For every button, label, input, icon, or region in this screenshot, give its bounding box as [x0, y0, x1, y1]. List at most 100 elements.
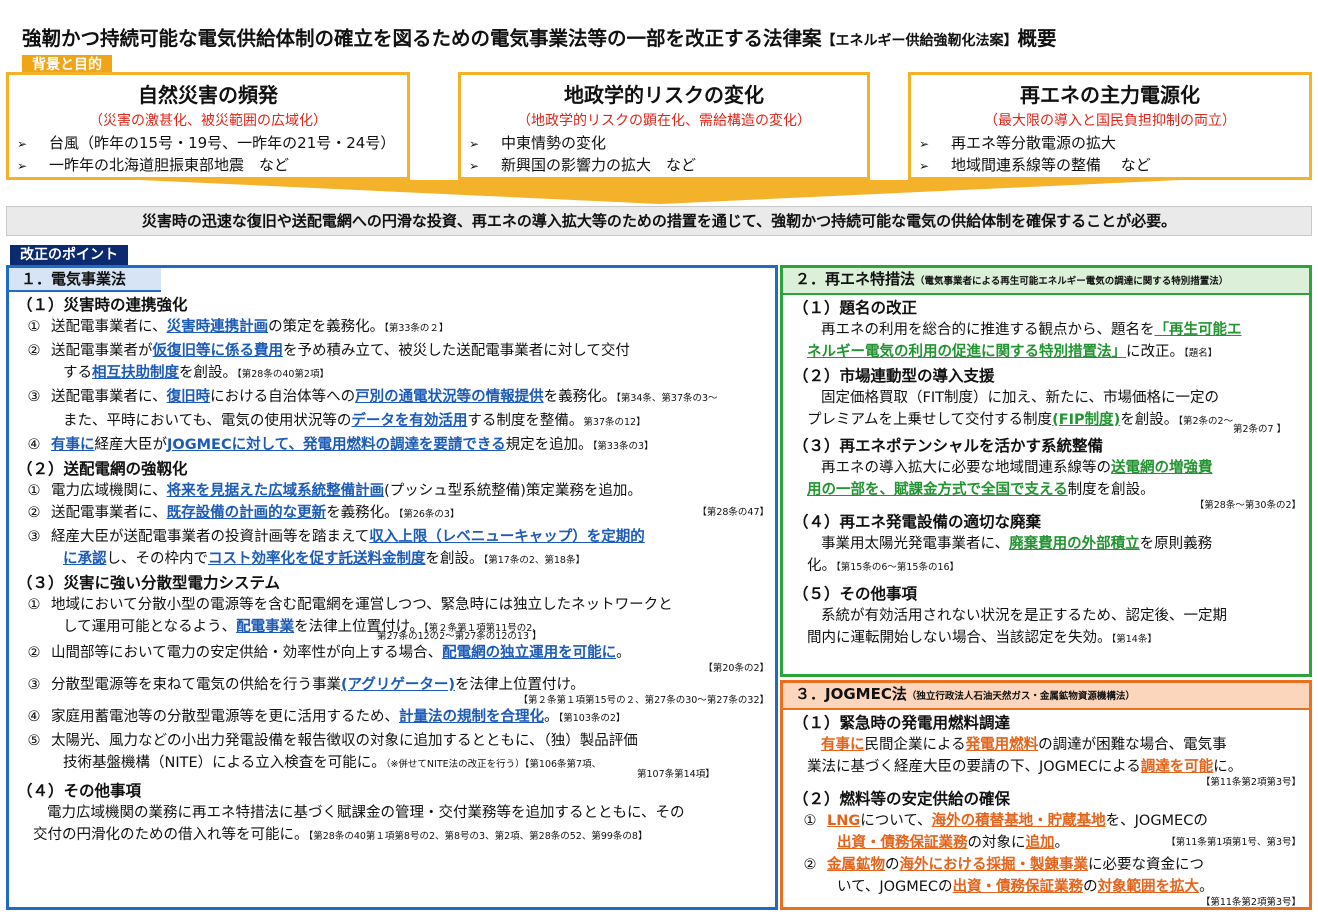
- text: 「再生可能エ: [1154, 322, 1242, 338]
- text: 出資・債務保証業務: [952, 879, 1084, 895]
- text: 既存設備の計画的な更新: [166, 505, 327, 521]
- text: 災害時連携計画: [166, 319, 269, 335]
- text-line: 用の一部を、賦課金方式で全国で支える制度を創設。: [793, 479, 1301, 501]
- text: 収入上限（レベニューキャップ）を定期的: [369, 529, 645, 545]
- panel-heading: ３．JOGMEC法: [795, 685, 907, 703]
- text: 業法に基づく経産大臣の要請の下、JOGMECによる: [807, 759, 1141, 775]
- text: 事業用太陽光発電事業者に、: [821, 536, 1010, 552]
- text: 将来を見据えた広域系統整備計画: [166, 483, 385, 499]
- text: 経産大臣が: [94, 437, 168, 453]
- text: 海外における採掘・製錬事業: [899, 857, 1089, 873]
- points-tag: 改正のポイント: [10, 245, 128, 265]
- text: （※併せてNITE法の改正を行う）: [385, 759, 525, 770]
- text: 追加: [1025, 835, 1055, 851]
- text: 相互扶助制度: [92, 365, 179, 381]
- text: に承認: [63, 551, 107, 567]
- text: 。: [544, 709, 559, 725]
- panel-renewable-energy-act: ２．再エネ特措法（電気事業者による再生可能エネルギー電気の調達に関する特別措置法…: [780, 265, 1312, 677]
- text-line: ③ 経産大臣が送配電事業者の投資計画等を踏まえて収入上限（レベニューキャップ）を定…: [17, 526, 769, 548]
- text: を創設。: [179, 365, 237, 381]
- text-line: いて、JOGMECの出資・債務保証業務の対象範囲を拡大。: [793, 876, 1301, 898]
- background-box-renewables: 再エネの主力電源化 （最大限の導入と国民負担抑制の両立） 再エネ等分散電源の拡大…: [908, 72, 1312, 180]
- text: 太陽光、風力などの小出力発電設備を報告徴収の対象に追加するとともに、（独）製品評…: [51, 733, 638, 749]
- text: 送電網の増強費: [1111, 460, 1213, 476]
- section-heading: （３）再エネポテンシャルを活かす系統整備: [793, 437, 1104, 455]
- text: 【第11条第2項第3号】: [1200, 777, 1301, 788]
- panel-heading: ２．再エネ特措法: [795, 270, 916, 288]
- text: を原則義務: [1139, 536, 1213, 552]
- text-line: また、平時においても、電気の使用状況等のデータを有効活用する制度を整備。第37条…: [17, 410, 769, 434]
- panel-heading: １．電気事業法: [9, 268, 161, 292]
- text: データを有効活用: [351, 413, 468, 429]
- section-heading: （１）緊急時の発電用燃料調達: [793, 714, 1011, 732]
- text-line: 有事に民間企業による発電用燃料の調達が困難な場合、電気事: [793, 734, 1301, 756]
- list-item: 新興国の影響力の拡大 など: [469, 155, 867, 177]
- text-line: 化。【第15条の6～第15条の16】: [793, 555, 1301, 579]
- background-box-disasters: 自然災害の頻発 （災害の激甚化、被災範囲の広域化） 台風（昨年の15号・19号、…: [6, 72, 410, 180]
- section-heading: （２）燃料等の安定供給の確保: [793, 790, 1011, 808]
- text-line: ③ 分散型電源等を束ねて電気の供給を行う事業(アグリゲーター)を法律上位置付け。: [17, 674, 769, 696]
- section-heading: （２）送配電網の強靱化: [17, 460, 188, 478]
- text: 【第33条の3】: [592, 441, 654, 452]
- text: ネルギー電気の利用の促進に関する特別措置法」: [807, 344, 1126, 360]
- text-line: ② 金属鉱物の海外における採掘・製錬事業に必要な資金につ: [793, 854, 1301, 876]
- text: 民間企業による: [864, 737, 966, 753]
- text: 【第14条】: [1111, 634, 1157, 645]
- text: ①: [27, 483, 41, 499]
- text: 有事に: [821, 737, 865, 753]
- text-line: 再エネの導入拡大に必要な地域間連系線等の送電網の増強費: [793, 457, 1301, 479]
- text: コスト効率化を促す託送料金制度: [208, 551, 426, 567]
- text: 電力広域機関に、: [51, 483, 167, 499]
- text-line: ① 送配電事業者に、災害時連携計画の策定を義務化。【第33条の２】: [17, 316, 769, 340]
- text: 間内に運転開始しない場合、当該認定を失効。: [807, 630, 1112, 646]
- text: を予め積み立て、被災した送配電事業者に対して交付: [283, 343, 630, 359]
- text: 戸別の通電状況等の情報提供: [355, 389, 544, 405]
- text: 電力広域機関の業務に再エネ特措法に基づく賦課金の管理・交付業務等を追加するととも…: [47, 805, 685, 821]
- list-item: 地域間連系線等の整備 など: [919, 155, 1309, 177]
- text-line: ネルギー電気の利用の促進に関する特別措置法」に改正。【題名】: [793, 341, 1301, 365]
- text: 【第34条、第37条の3～: [616, 393, 718, 404]
- text: 配電網の独立運用を可能に: [442, 645, 617, 661]
- text: 計量法の規制を合理化: [399, 709, 544, 725]
- text-line: ２．再エネ特措法（電気事業者による再生可能エネルギー電気の調達に関する特別措置法…: [783, 268, 1309, 295]
- text: の策定を義務化。: [268, 319, 385, 335]
- text-line: ３．JOGMEC法（独立行政法人石油天然ガス・金属鉱物資源機構法）: [783, 683, 1309, 710]
- text: 用の一部を、賦課金方式で全国で支える: [807, 482, 1068, 498]
- text: の: [885, 857, 900, 873]
- text: ③: [27, 389, 41, 405]
- text: ⑤: [27, 733, 41, 749]
- text: 再エネの利用を総合的に推進する観点から、題名を: [821, 322, 1155, 338]
- text: 【第17条の2、第18条】: [483, 555, 585, 566]
- text: 。: [1199, 879, 1214, 895]
- text: する: [63, 365, 92, 381]
- text: 復旧時: [166, 389, 211, 405]
- text: プレミアムを上乗せして交付する制度: [807, 412, 1053, 428]
- list-item: 中東情勢の変化: [469, 133, 867, 155]
- text: 有事に: [51, 437, 95, 453]
- text: 【第15条の6～第15条の16】: [836, 562, 960, 573]
- box-subheading: （地政学的リスクの顕在化、需給構造の変化）: [517, 113, 811, 129]
- text: の: [1083, 879, 1098, 895]
- text-line: プレミアムを上乗せして交付する制度(FIP制度)を創設。【第2条の2～: [793, 409, 1301, 433]
- page-title: 強靭かつ持続可能な電気供給体制の確立を図るための電気事業法等の一部を改正する法律…: [22, 22, 1312, 51]
- text: 。: [1054, 835, 1070, 851]
- text: の対象に: [967, 835, 1026, 851]
- text: 出資・債務保証業務: [837, 835, 968, 851]
- text: JOGMECに対して、発電用燃料の調達を要請できる: [167, 437, 506, 453]
- text: ③: [27, 677, 41, 693]
- text: （独立行政法人石油天然ガス・金属鉱物資源機構法）: [906, 691, 1135, 702]
- text: 【第２条第１項第15号の２、第27条の30～第27条の32】: [518, 695, 769, 706]
- text: 廃棄費用の外部積立: [1009, 536, 1140, 552]
- text: を法律上位置付け。: [455, 677, 585, 693]
- text-line: ② 山間部等において電力の安定供給・効率性が向上する場合、配電網の独立運用を可能に…: [17, 642, 769, 664]
- text: 海外の積替基地・貯蔵基地: [931, 813, 1106, 829]
- text: 金属鉱物: [827, 857, 885, 873]
- section-heading: （２）市場連動型の導入支援: [793, 367, 995, 385]
- text: における自治体等への: [210, 389, 356, 405]
- text: 【第2条の2～: [1178, 416, 1234, 427]
- section-heading: （３）災害に強い分散型電力システム: [17, 574, 281, 592]
- text: 【題名】: [1184, 348, 1218, 359]
- text-line: ① 電力広域機関に、将来を見据えた広域系統整備計画(プッシュ型系統整備)策定業務を…: [17, 480, 769, 502]
- box-heading: 再エネの主力電源化: [1020, 83, 1200, 107]
- text-line: （１）災害時の連携強化 ① 送配電事業者に、災害時連携計画の策定を義務化。【第33…: [9, 292, 775, 848]
